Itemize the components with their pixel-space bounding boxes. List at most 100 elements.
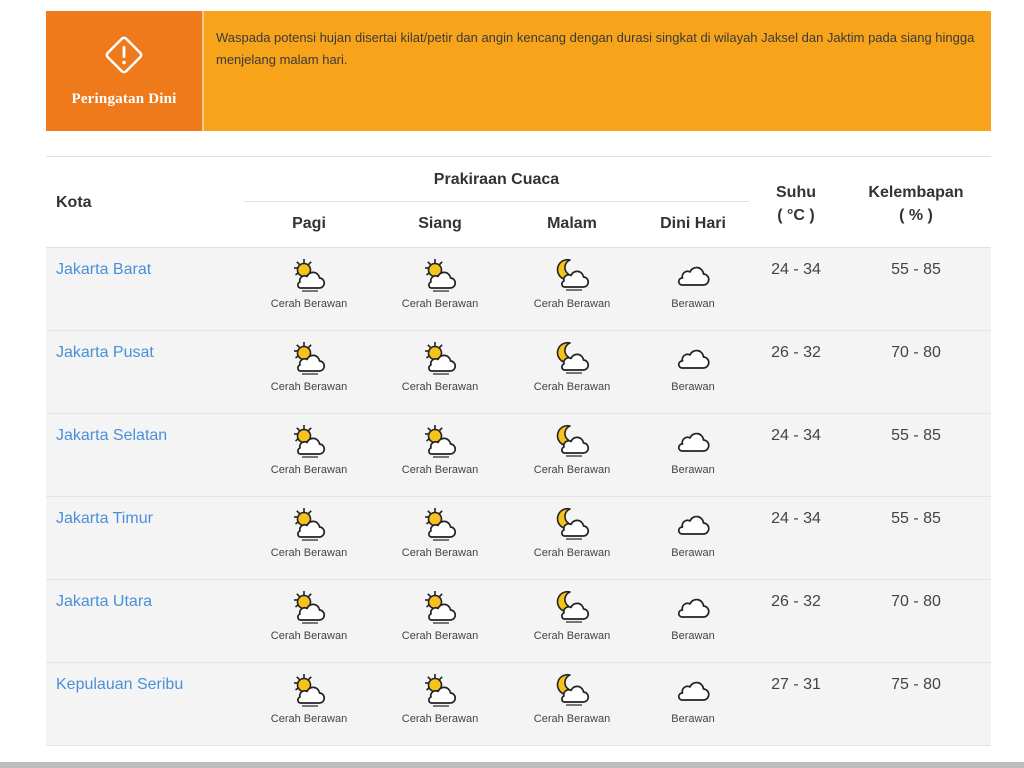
moon-cloud-icon — [507, 588, 637, 626]
sun-cloud-icon — [375, 588, 505, 626]
table-row: Jakarta Selatan Cerah Berawan Cerah Berawa… — [46, 414, 991, 497]
city-link[interactable]: Jakarta Barat — [56, 261, 151, 279]
sun-cloud-icon — [244, 588, 374, 626]
early-warning-banner: Peringatan Dini Waspada potensi hujan di… — [46, 11, 991, 131]
forecast-pagi: Cerah Berawan — [244, 256, 374, 310]
forecast-label: Berawan — [671, 630, 715, 642]
moon-cloud-icon — [507, 505, 637, 543]
forecast-siang: Cerah Berawan — [375, 256, 505, 310]
forecast-label: Cerah Berawan — [401, 381, 479, 393]
header-pagi: Pagi — [292, 215, 326, 232]
forecast-dini-hari: Berawan — [628, 339, 758, 393]
sun-cloud-icon — [244, 422, 374, 460]
temperature-range: 27 - 31 — [771, 676, 821, 693]
humidity-range: 55 - 85 — [891, 427, 941, 444]
forecast-label: Cerah Berawan — [270, 713, 348, 725]
header-suhu-unit: ( °C ) — [777, 207, 815, 224]
header-kelembapan-unit: ( % ) — [899, 207, 933, 224]
forecast-malam: Cerah Berawan — [507, 671, 637, 725]
forecast-malam: Cerah Berawan — [507, 339, 637, 393]
early-warning-label-box: Peringatan Dini — [46, 11, 202, 131]
city-link[interactable]: Kepulauan Seribu — [56, 676, 183, 694]
sun-cloud-icon — [375, 505, 505, 543]
forecast-malam: Cerah Berawan — [507, 422, 637, 476]
humidity-range: 70 - 80 — [891, 344, 941, 361]
warning-diamond-icon — [105, 36, 143, 74]
forecast-pagi: Cerah Berawan — [244, 339, 374, 393]
table-row: Jakarta Timur Cerah Berawan Cerah Berawan C… — [46, 497, 991, 580]
sun-cloud-icon — [244, 256, 374, 294]
forecast-dini-hari: Berawan — [628, 588, 758, 642]
forecast-label: Cerah Berawan — [533, 464, 611, 476]
temperature-range: 26 - 32 — [771, 593, 821, 610]
cloud-icon — [628, 256, 758, 294]
forecast-label: Cerah Berawan — [270, 381, 348, 393]
sun-cloud-icon — [375, 422, 505, 460]
forecast-label: Cerah Berawan — [401, 713, 479, 725]
forecast-pagi: Cerah Berawan — [244, 671, 374, 725]
forecast-label: Cerah Berawan — [270, 298, 348, 310]
city-link[interactable]: Jakarta Utara — [56, 593, 152, 611]
temperature-range: 24 - 34 — [771, 261, 821, 278]
forecast-label: Cerah Berawan — [533, 713, 611, 725]
banner-divider — [202, 11, 204, 131]
moon-cloud-icon — [507, 422, 637, 460]
cloud-icon — [628, 339, 758, 377]
early-warning-message: Waspada potensi hujan disertai kilat/pet… — [216, 30, 975, 67]
forecast-label: Cerah Berawan — [533, 298, 611, 310]
temperature-range: 24 - 34 — [771, 510, 821, 527]
table-row: Kepulauan Seribu Cerah Berawan Cerah Beraw… — [46, 663, 991, 746]
city-link[interactable]: Jakarta Timur — [56, 510, 153, 528]
header-group-divider — [244, 201, 749, 202]
header-prakiraan-cuaca: Prakiraan Cuaca — [433, 171, 560, 188]
humidity-range: 70 - 80 — [891, 593, 941, 610]
header-dini-hari: Dini Hari — [660, 215, 726, 232]
forecast-label: Cerah Berawan — [401, 464, 479, 476]
cloud-icon — [628, 422, 758, 460]
header-malam: Malam — [547, 215, 597, 232]
forecast-label: Cerah Berawan — [401, 630, 479, 642]
forecast-label: Berawan — [671, 713, 715, 725]
cloud-icon — [628, 588, 758, 626]
moon-cloud-icon — [507, 256, 637, 294]
header-kelembapan: Kelembapan ( % ) — [854, 181, 978, 227]
forecast-label: Cerah Berawan — [533, 630, 611, 642]
humidity-range: 55 - 85 — [891, 261, 941, 278]
sun-cloud-icon — [375, 671, 505, 709]
forecast-label: Cerah Berawan — [401, 547, 479, 559]
city-link[interactable]: Jakarta Pusat — [56, 344, 154, 362]
cloud-icon — [628, 505, 758, 543]
forecast-dini-hari: Berawan — [628, 422, 758, 476]
humidity-range: 55 - 85 — [891, 510, 941, 527]
forecast-label: Cerah Berawan — [270, 547, 348, 559]
forecast-dini-hari: Berawan — [628, 256, 758, 310]
sun-cloud-icon — [375, 256, 505, 294]
temperature-range: 24 - 34 — [771, 427, 821, 444]
forecast-malam: Cerah Berawan — [507, 505, 637, 559]
forecast-dini-hari: Berawan — [628, 671, 758, 725]
header-suhu: Suhu ( °C ) — [761, 181, 831, 227]
sun-cloud-icon — [375, 339, 505, 377]
forecast-label: Berawan — [671, 547, 715, 559]
forecast-label: Cerah Berawan — [533, 381, 611, 393]
forecast-siang: Cerah Berawan — [375, 422, 505, 476]
forecast-label: Berawan — [671, 381, 715, 393]
sun-cloud-icon — [244, 339, 374, 377]
forecast-label: Berawan — [671, 464, 715, 476]
forecast-pagi: Cerah Berawan — [244, 505, 374, 559]
cloud-icon — [628, 671, 758, 709]
forecast-label: Cerah Berawan — [533, 547, 611, 559]
page-bottom-edge — [0, 762, 1024, 768]
header-kelembapan-label: Kelembapan — [868, 184, 964, 201]
forecast-label: Cerah Berawan — [270, 630, 348, 642]
header-kota: Kota — [56, 194, 92, 211]
table-header: Kota Prakiraan Cuaca Pagi Siang Malam Di… — [46, 156, 991, 248]
table-row: Jakarta Pusat Cerah Berawan Cerah Berawan C… — [46, 331, 991, 414]
sun-cloud-icon — [244, 671, 374, 709]
header-suhu-label: Suhu — [776, 184, 816, 201]
forecast-pagi: Cerah Berawan — [244, 588, 374, 642]
table-row: Jakarta Utara Cerah Berawan Cerah Berawan C… — [46, 580, 991, 663]
forecast-dini-hari: Berawan — [628, 505, 758, 559]
city-link[interactable]: Jakarta Selatan — [56, 427, 167, 445]
forecast-label: Berawan — [671, 298, 715, 310]
